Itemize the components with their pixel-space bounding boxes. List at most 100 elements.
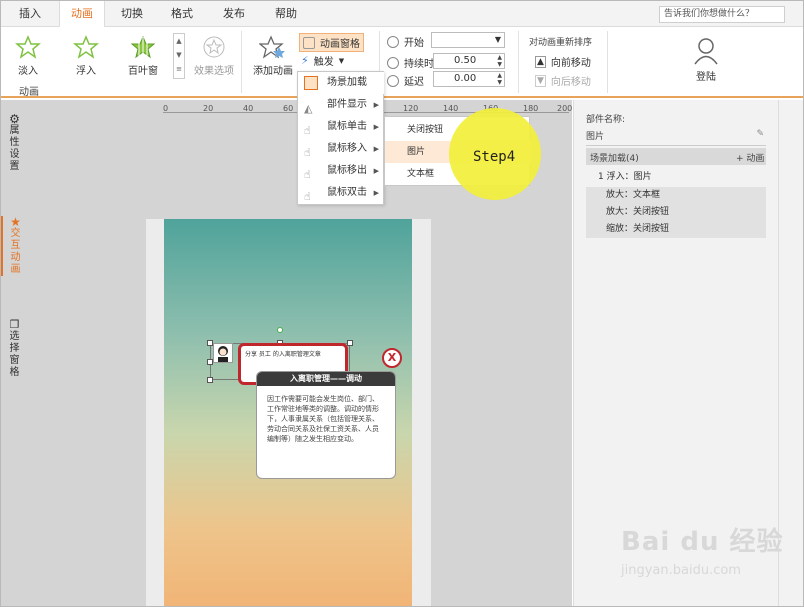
- component-icon: ◭: [304, 102, 313, 115]
- start-dropdown[interactable]: ▼: [431, 32, 505, 48]
- add-animation-label: 添加动画: [253, 66, 293, 77]
- menu-label: 鼠标单击: [327, 121, 367, 132]
- scene-icon: [304, 76, 318, 90]
- tab-transition[interactable]: 切换: [109, 1, 155, 27]
- help-search-input[interactable]: 告诉我们你想做什么？: [659, 6, 785, 23]
- effect-options-button[interactable]: 效果选项: [193, 35, 235, 77]
- watermark-url: jingyan.baidu.com: [621, 563, 741, 578]
- animation-ribbon: 淡入 浮入 百叶窗 ▲ ▼ ≡ 效果选项 动画 添加动画 动画窗格 ⚡ 触发 ▼ 开始: [1, 27, 803, 98]
- mouse-icon: ☝: [304, 124, 311, 137]
- delay-stepper[interactable]: 0.00 ▲ ▼: [433, 71, 505, 87]
- effect-blinds-button[interactable]: 百叶窗: [125, 35, 161, 77]
- ruler-tick: 0: [163, 104, 169, 113]
- tab-publish[interactable]: 发布: [211, 1, 257, 27]
- chevron-right-icon: ▶: [373, 123, 379, 131]
- trigger-menu: 场景加载 ◭ 部件显示 ▶ ☝ 鼠标单击 ▶ ☝ 鼠标移入 ▶ ☝ 鼠标移出 ▶ ☝ 鼠标双击 ▶: [297, 71, 384, 205]
- gear-icon: ⚙: [9, 112, 20, 126]
- add-animation-button[interactable]: 添加动画: [251, 35, 295, 77]
- menu-label: 鼠标双击: [327, 187, 367, 198]
- side-tool-label: 交互动画: [10, 228, 21, 275]
- add-animation-link[interactable]: + 动画: [736, 151, 764, 164]
- rotate-handle[interactable]: [277, 327, 283, 333]
- share-text: 分享 员工 的入离职管理文章: [245, 351, 321, 358]
- text-box-popup[interactable]: 入离职管理——调动 因工作需要可能会发生岗位、部门、工作常驻地等类的调整。调动的…: [256, 371, 396, 479]
- arrow-down-icon: ▼: [535, 74, 546, 87]
- menu-item-scene-load[interactable]: 场景加载: [298, 72, 384, 94]
- scene-load-title: 场景加载(4): [590, 154, 639, 164]
- group-label-animation: 动画: [19, 87, 39, 98]
- ruler-tick: 140: [443, 104, 459, 113]
- trigger-button[interactable]: ⚡ 触发 ▼: [301, 53, 344, 68]
- ruler-tick: 40: [243, 104, 254, 113]
- ribbon-divider: [607, 31, 608, 93]
- menu-label: 鼠标移出: [327, 165, 367, 176]
- lightning-icon: ⚡: [301, 54, 309, 67]
- stepper-arrows-icon[interactable]: ▲ ▼: [497, 54, 502, 68]
- chevron-right-icon: ▶: [373, 145, 379, 153]
- tab-format[interactable]: 格式: [159, 1, 205, 27]
- animation-row[interactable]: 1 浮入：图片: [586, 169, 766, 186]
- animation-pane-button[interactable]: 动画窗格: [299, 33, 364, 52]
- popup-title: 入离职管理——调动: [257, 372, 395, 386]
- clock-icon: [387, 56, 399, 69]
- side-tool-label: 选择窗格: [9, 331, 20, 378]
- close-button-shape[interactable]: X: [382, 348, 402, 368]
- login-button[interactable]: 登陆: [689, 37, 723, 83]
- animation-row[interactable]: 放大：关闭按钮: [586, 204, 766, 221]
- star-icon: ★: [10, 215, 21, 229]
- pane-icon: [303, 36, 315, 49]
- menu-item-component-show[interactable]: ◭ 部件显示 ▶: [298, 94, 384, 116]
- person-icon: [218, 346, 228, 362]
- component-name-field[interactable]: 图片 ✎: [586, 129, 766, 146]
- avatar-image[interactable]: [213, 343, 233, 363]
- effect-options-label: 效果选项: [194, 66, 234, 77]
- layers-icon: ❐: [9, 318, 20, 331]
- effects-gallery-scroll[interactable]: ▲ ▼ ≡: [173, 33, 185, 79]
- animation-pane-label: 动画窗格: [320, 39, 360, 50]
- menu-item-mouse-click[interactable]: ☝ 鼠标单击 ▶: [298, 116, 384, 138]
- animation-row[interactable]: 缩放：关闭按钮: [586, 221, 766, 238]
- ribbon-divider: [518, 31, 519, 93]
- menu-label: 部件显示: [327, 99, 367, 110]
- stepper-arrows-icon[interactable]: ▲ ▼: [497, 72, 502, 86]
- effect-float-in-button[interactable]: 浮入: [69, 35, 103, 77]
- tab-animation[interactable]: 动画: [59, 1, 105, 28]
- move-earlier-label: 向前移动: [550, 58, 591, 69]
- chevron-right-icon: ▶: [373, 101, 379, 109]
- edit-icon[interactable]: ✎: [756, 129, 764, 139]
- move-earlier-button[interactable]: ▲ 向前移动: [535, 54, 591, 69]
- chevron-down-icon: ▼: [338, 56, 345, 65]
- popup-body: 因工作需要可能会发生岗位、部门、工作常驻地等类的调整。调动的情形下，人事隶属关系…: [267, 395, 379, 443]
- start-icon: [387, 35, 399, 48]
- star-icon: [15, 35, 41, 59]
- duration-value: 0.50: [454, 55, 477, 66]
- menu-item-mouse-leave[interactable]: ☝ 鼠标移出 ▶: [298, 160, 384, 182]
- mouse-icon: ☝: [304, 190, 311, 203]
- selection-pane-tab[interactable]: ❐ 选择窗格: [1, 319, 28, 379]
- resize-handle[interactable]: [207, 377, 213, 383]
- interaction-animation-tab[interactable]: ★ 交互动画: [1, 216, 28, 276]
- start-row: 开始: [387, 34, 424, 49]
- duration-stepper[interactable]: 0.50 ▲ ▼: [433, 53, 505, 69]
- delay-value: 0.00: [454, 73, 477, 84]
- component-name-label: 部件名称:: [586, 115, 626, 125]
- properties-tab[interactable]: ⚙ 属性设置: [1, 113, 28, 173]
- move-later-button[interactable]: ▼ 向后移动: [535, 73, 591, 88]
- menu-item-mouse-enter[interactable]: ☝ 鼠标移入 ▶: [298, 138, 384, 160]
- login-label: 登陆: [696, 72, 716, 83]
- tab-help[interactable]: 帮助: [263, 1, 309, 27]
- tab-insert[interactable]: 插入: [7, 1, 53, 27]
- delay-icon: [387, 74, 399, 87]
- scene-load-header[interactable]: 场景加载(4) + 动画: [586, 148, 766, 165]
- ruler-tick: 180: [523, 104, 539, 113]
- mouse-icon: ☝: [304, 146, 311, 159]
- effect-fade-in-button[interactable]: 淡入: [11, 35, 45, 77]
- resize-handle[interactable]: [347, 340, 353, 346]
- chevron-down-icon: ▼: [494, 35, 501, 44]
- ruler-tick: 60: [283, 104, 294, 113]
- menu-item-mouse-double-click[interactable]: ☝ 鼠标双击 ▶: [298, 182, 384, 204]
- animation-row[interactable]: 放大：文本框: [586, 187, 766, 204]
- chevron-right-icon: ▶: [373, 167, 379, 175]
- menu-label: 鼠标移入: [327, 143, 367, 154]
- ruler-tick: 200: [557, 104, 573, 113]
